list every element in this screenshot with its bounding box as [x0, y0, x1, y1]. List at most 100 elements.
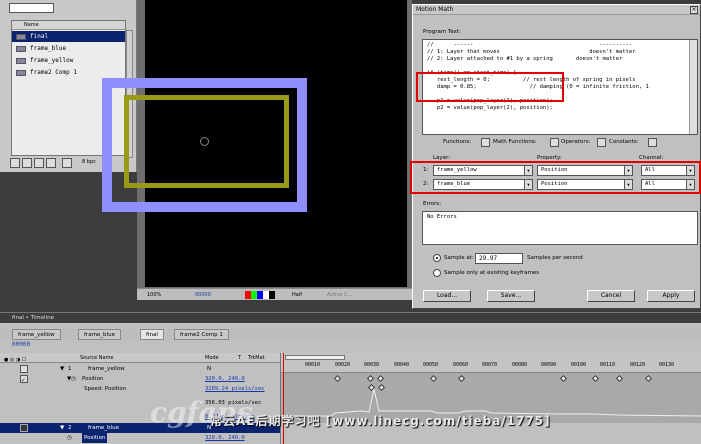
sample-keyframes-label: Sample only at existing keyframes [444, 270, 540, 276]
project-item-frame-blue[interactable]: frame_blue [12, 43, 125, 54]
close-icon[interactable]: × [690, 6, 698, 14]
functions-menu-button[interactable] [481, 138, 490, 147]
code-line: p2 = value(pop_layer(2), position); [427, 105, 553, 111]
position2-value[interactable]: 320.0, 240.0 [205, 433, 245, 443]
property-label[interactable]: Position [82, 433, 108, 443]
ruler-tick: 00080 [512, 362, 528, 368]
channel-buttons[interactable] [245, 291, 275, 299]
sample-rate-input[interactable]: 29.97 [475, 253, 523, 264]
save-button[interactable]: Save... [487, 290, 535, 302]
math-functions-label: Math Functions: [493, 139, 537, 145]
ruler-tick: 00030 [364, 362, 380, 368]
viewer-footer-bar: 100% 00000 Half Active C... [137, 288, 412, 300]
camera-dropdown[interactable]: Active C... [327, 291, 352, 299]
resolution-dropdown[interactable]: Half [292, 291, 302, 299]
watermark-text: 常云AE后期学习吧 [www.linecg.com/tieba/1775] [210, 414, 551, 428]
layer-row-frame-yellow[interactable]: ▼ 1 frame_yellow N [0, 364, 280, 374]
ruler-tick: 00070 [482, 362, 498, 368]
program-text-label: Program Text: [423, 29, 461, 35]
sample-keyframes-radio[interactable] [433, 269, 441, 277]
cancel-button[interactable]: Cancel [587, 290, 635, 302]
stopwatch-icon[interactable]: ▼◷ [67, 374, 76, 384]
viewer-timecode[interactable]: 00000 [195, 291, 211, 299]
ruler-tick: 00130 [659, 362, 675, 368]
errors-label: Errors: [423, 201, 442, 207]
code-line: // ------ ---------- [427, 42, 633, 48]
tab-frame-yellow[interactable]: frame_yellow [12, 329, 61, 340]
current-time-indicator[interactable] [283, 353, 284, 444]
layer-mode[interactable]: N [207, 364, 211, 374]
tab-final[interactable]: final [140, 329, 164, 340]
work-area-bar[interactable] [285, 355, 345, 360]
expand-arrow-icon[interactable]: ▼ [60, 423, 64, 433]
layer-name[interactable]: frame_blue [88, 423, 119, 433]
zoom-dropdown[interactable]: 100% [147, 291, 161, 299]
project-item-frame2-comp1[interactable]: frame2 Comp 1 [12, 67, 125, 78]
position-property-row[interactable]: ✓ ▼◷ Position 320.0, 240.0 [0, 374, 280, 384]
stopwatch-icon[interactable]: ◷ [67, 433, 72, 443]
project-item-label: frame2 Comp 1 [30, 69, 77, 76]
layer-property-highlight-box [410, 161, 701, 194]
interpret-footage-icon[interactable] [10, 158, 20, 168]
composition-icon [16, 70, 26, 76]
ruler-tick: 00120 [630, 362, 646, 368]
project-item-frame-yellow[interactable]: frame_yellow [12, 55, 125, 66]
position2-property-row[interactable]: ◷ Position 320.0, 240.0 [0, 433, 280, 443]
composition-icon [16, 34, 26, 40]
constants-label: Constants: [609, 139, 639, 145]
dialog-title: Motion Math [413, 5, 700, 15]
trkmat-column[interactable]: TrkMat [248, 353, 265, 363]
timeline-current-time[interactable]: 00000 [12, 341, 30, 348]
project-name-column-header[interactable]: Name [12, 21, 125, 30]
position-value[interactable]: 320.0, 240.0 [205, 374, 245, 384]
timeline-graph-area[interactable]: 00010 00020 00030 00040 00050 00060 0007… [280, 353, 701, 444]
motion-math-dialog: Motion Math × Program Text: // ------ --… [410, 4, 701, 309]
speed-graph-row: Speed: Position 3269.24 pixels/sec [0, 384, 280, 394]
code-highlight-box [416, 72, 564, 102]
constants-menu-button[interactable] [648, 138, 657, 147]
visibility-icon[interactable] [20, 424, 28, 432]
project-item-label: final [30, 33, 49, 40]
samples-per-second-label: Samples per second [527, 255, 583, 261]
time-ruler[interactable]: 00010 00020 00030 00040 00050 00060 0007… [281, 353, 701, 373]
sample-at-label: Sample at: [444, 255, 474, 261]
tab-frame-blue[interactable]: frame_blue [78, 329, 121, 340]
math-functions-menu-button[interactable] [550, 138, 559, 147]
code-scrollbar[interactable] [689, 40, 697, 134]
layer-name[interactable]: frame_yellow [88, 364, 125, 374]
visibility-icon[interactable] [20, 365, 28, 373]
load-button[interactable]: Load... [423, 290, 471, 302]
project-item-final[interactable]: final [12, 31, 125, 42]
layer-index: 2 [68, 425, 72, 431]
source-name-column[interactable]: Source Name [80, 353, 114, 363]
project-item-label: frame_yellow [30, 57, 74, 64]
speed-value[interactable]: 3269.24 pixels/sec [205, 384, 265, 394]
code-line: // 1: Layer that moves doesn't matter [427, 49, 636, 55]
sample-rate-value: 29.97 [479, 255, 498, 262]
sample-rate-radio[interactable] [433, 254, 441, 262]
ruler-tick: 00040 [394, 362, 410, 368]
timeline-column-header: ● ◎ ◑ ☐ Source Name Mode T TrkMat [0, 353, 280, 363]
property-label: Position [82, 376, 104, 382]
new-folder-icon[interactable] [22, 158, 32, 168]
apply-button[interactable]: Apply [647, 290, 695, 302]
ruler-tick: 00100 [571, 362, 587, 368]
project-item-label: frame_blue [30, 45, 67, 52]
flowchart-icon[interactable] [62, 158, 72, 168]
tab-frame2-comp1[interactable]: frame2 Comp 1 [174, 329, 229, 340]
code-line: // 2: Layer attached to #1 by a spring d… [427, 56, 623, 62]
ruler-tick: 00090 [541, 362, 557, 368]
functions-label: Functions: [443, 139, 472, 145]
operators-label: Operators: [561, 139, 591, 145]
ruler-tick: 00020 [335, 362, 351, 368]
operators-menu-button[interactable] [597, 138, 606, 147]
keyframe-navigator-icon[interactable]: ✓ [20, 375, 28, 384]
errors-output: No Errors [422, 211, 698, 245]
trash-icon[interactable] [46, 158, 56, 168]
mode-column[interactable]: Mode [205, 353, 219, 363]
t-column[interactable]: T [238, 353, 241, 363]
new-composition-icon[interactable] [34, 158, 44, 168]
expand-arrow-icon[interactable]: ▼ [60, 364, 64, 374]
bit-depth-toggle[interactable]: 8 bpc [82, 159, 96, 165]
timeline-title: final • Timeline [0, 313, 701, 323]
